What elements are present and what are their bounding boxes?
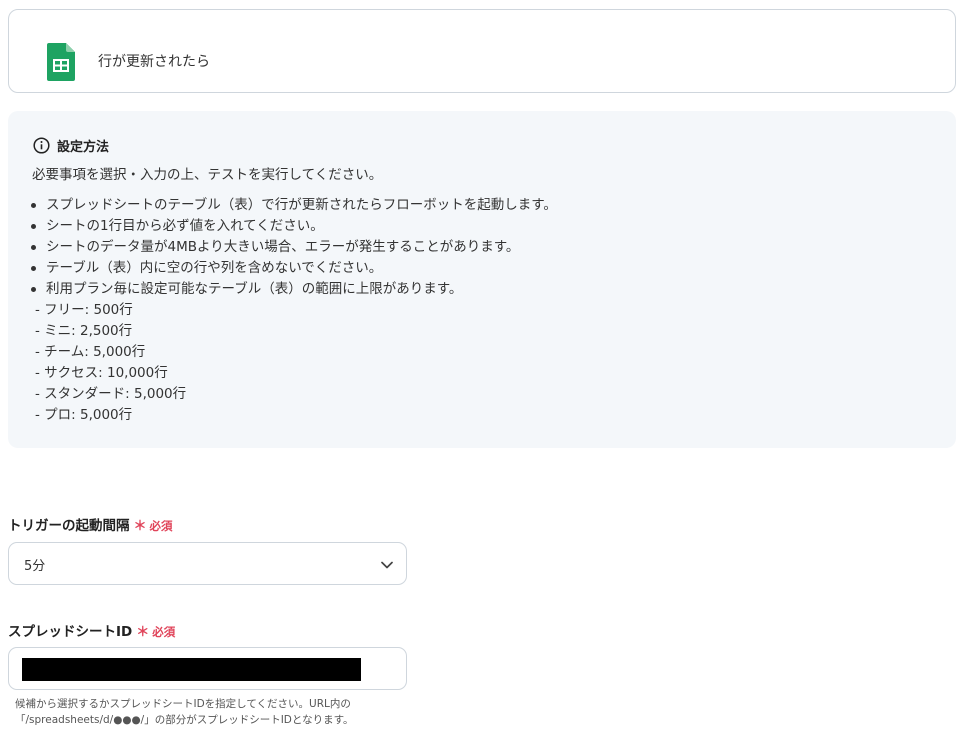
page: 行が更新されたら 設定方法 必要事項を選択・入力の上、テストを実行してください。… [0, 0, 968, 735]
settings-info-box: 設定方法 必要事項を選択・入力の上、テストを実行してください。 スプレッドシート… [8, 111, 956, 448]
info-bullet: シートの1行目から必ず値を入れてください。 [22, 216, 557, 237]
plan-limit-item: - プロ: 5,000行 [35, 407, 133, 423]
info-bullet: テーブル（表）内に空の行や列を含めないでください。 [22, 258, 557, 279]
sheet-id-label: スプレッドシートID ＊ 必須 [8, 620, 175, 640]
trigger-title: 行が更新されたら [98, 54, 210, 70]
interval-label-text: トリガーの起動間隔 [8, 518, 130, 534]
required-asterisk: ＊ [133, 519, 147, 534]
info-bullet: スプレッドシートのテーブル（表）で行が更新されたらフローボットを起動します。 [22, 195, 557, 216]
help-line: 「/spreadsheets/d/●●●/」の部分がスプレッドシートIDとなりま… [15, 714, 354, 726]
interval-select[interactable]: 5分 [8, 542, 407, 585]
plan-limit-list: - フリー: 500行 - ミニ: 2,500行 - チーム: 5,000行 -… [35, 300, 186, 426]
info-header: 設定方法 [33, 136, 109, 155]
chevron-down-icon [381, 561, 393, 569]
info-circle-icon [33, 137, 50, 154]
required-asterisk: ＊ [136, 625, 150, 640]
plan-limit-item: - サクセス: 10,000行 [35, 365, 168, 381]
plan-limit-item: - スタンダード: 5,000行 [35, 386, 187, 402]
sheet-id-input[interactable] [8, 647, 407, 690]
info-bullet: シートのデータ量が4MBより大きい場合、エラーが発生することがあります。 [22, 237, 557, 258]
info-bullet: 利用プラン毎に設定可能なテーブル（表）の範囲に上限があります。 [22, 279, 557, 300]
plan-limit-item: - フリー: 500行 [35, 302, 133, 318]
plan-limit-item: - ミニ: 2,500行 [35, 323, 133, 339]
sheet-id-help-text: 候補から選択するかスプレッドシートIDを指定してください。URL内の 「/spr… [15, 696, 354, 728]
info-heading: 設定方法 [57, 140, 110, 155]
interval-select-value: 5分 [24, 559, 46, 574]
required-badge: 必須 [149, 519, 173, 533]
help-line: 候補から選択するかスプレッドシートIDを指定してください。URL内の [15, 698, 351, 710]
info-intro: 必要事項を選択・入力の上、テストを実行してください。 [32, 167, 383, 183]
interval-label: トリガーの起動間隔 ＊ 必須 [8, 514, 173, 534]
google-sheets-icon [47, 43, 75, 81]
trigger-card[interactable]: 行が更新されたら [8, 9, 956, 93]
info-bullet-list: スプレッドシートのテーブル（表）で行が更新されたらフローボットを起動します。 シ… [22, 195, 557, 300]
sheet-id-label-text: スプレッドシートID [8, 624, 133, 640]
required-badge: 必須 [152, 625, 176, 639]
redacted-value [22, 658, 361, 681]
plan-limit-item: - チーム: 5,000行 [35, 344, 146, 360]
